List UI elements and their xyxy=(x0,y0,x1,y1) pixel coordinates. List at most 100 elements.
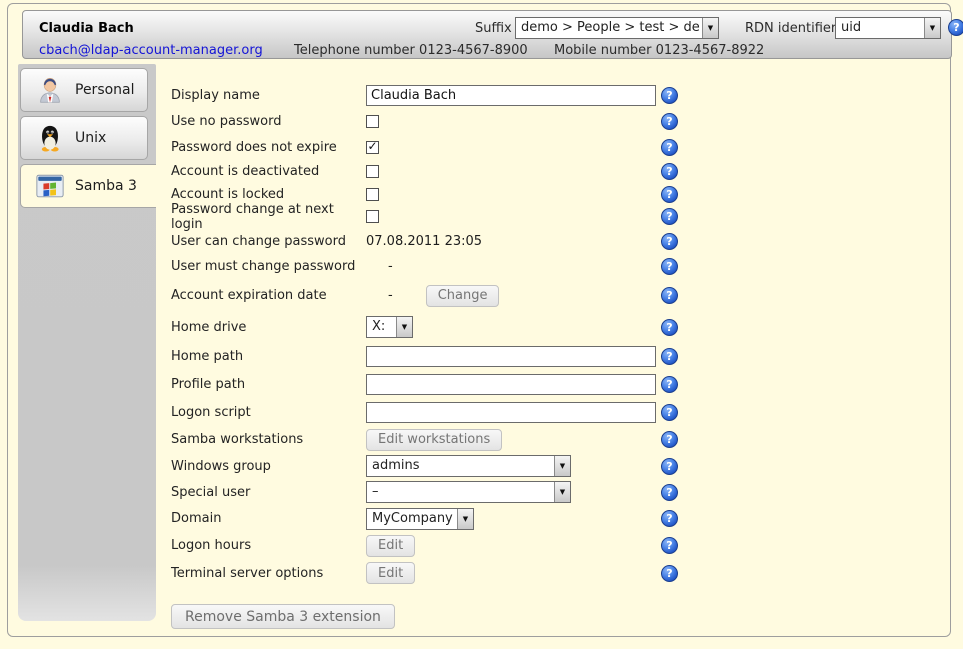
help-icon[interactable]: ? xyxy=(661,376,678,393)
account-locked-checkbox[interactable] xyxy=(366,188,379,201)
help-icon[interactable]: ? xyxy=(661,510,678,527)
account-header: Claudia Bach cbach@ldap-account-manager.… xyxy=(22,10,952,59)
tab-personal-label: Personal xyxy=(75,82,135,98)
edit-workstations-button[interactable]: Edit workstations xyxy=(366,429,502,451)
help-icon[interactable]: ? xyxy=(661,565,678,582)
windows-group-select[interactable]: admins ▼ xyxy=(366,455,571,477)
form-row-windows-group: Windows group admins ▼ ? xyxy=(171,453,701,479)
display-name-input[interactable] xyxy=(366,85,656,106)
help-icon[interactable]: ? xyxy=(661,186,678,203)
form-row-use-no-password: Use no password ? xyxy=(171,108,701,134)
change-expiration-button[interactable]: Change xyxy=(426,285,500,307)
tab-personal[interactable]: Personal xyxy=(20,68,148,112)
account-deactivated-checkbox[interactable] xyxy=(366,165,379,178)
help-icon[interactable]: ? xyxy=(661,484,678,501)
dropdown-arrow-icon[interactable]: ▼ xyxy=(702,18,718,38)
field-label: Home path xyxy=(171,349,366,364)
dropdown-arrow-icon[interactable]: ▼ xyxy=(457,509,473,529)
help-icon[interactable]: ? xyxy=(948,19,963,36)
windows-icon xyxy=(35,171,65,201)
person-icon xyxy=(35,75,65,105)
help-icon[interactable]: ? xyxy=(661,431,678,448)
field-label: Special user xyxy=(171,485,366,500)
tab-unix-label: Unix xyxy=(75,130,106,146)
field-label: Samba workstations xyxy=(171,432,366,447)
help-icon[interactable]: ? xyxy=(661,87,678,104)
edit-terminal-server-button[interactable]: Edit xyxy=(366,562,415,584)
field-label: Account expiration date xyxy=(171,288,366,303)
mobile-label: Mobile number xyxy=(554,43,652,58)
windows-group-value: admins xyxy=(367,456,554,476)
telephone-value: 0123-4567-8900 xyxy=(419,43,528,58)
help-icon[interactable]: ? xyxy=(661,537,678,554)
help-icon[interactable]: ? xyxy=(661,139,678,156)
dropdown-arrow-icon[interactable]: ▼ xyxy=(396,317,412,337)
field-label: Password does not expire xyxy=(171,140,366,155)
edit-logon-hours-button[interactable]: Edit xyxy=(366,535,415,557)
tab-unix[interactable]: Unix xyxy=(20,116,148,160)
dropdown-arrow-icon[interactable]: ▼ xyxy=(924,18,940,38)
dropdown-arrow-icon[interactable]: ▼ xyxy=(554,482,570,502)
help-icon[interactable]: ? xyxy=(661,287,678,304)
password-does-not-expire-checkbox[interactable] xyxy=(366,141,379,154)
special-user-value: – xyxy=(367,482,554,502)
help-icon[interactable]: ? xyxy=(661,208,678,225)
tab-samba3[interactable]: Samba 3 xyxy=(20,164,156,208)
home-drive-select[interactable]: X: ▼ xyxy=(366,316,413,338)
form-row-logon-script: Logon script ? xyxy=(171,398,701,426)
home-path-input[interactable] xyxy=(366,346,656,367)
form-row-user-must-change-password: User must change password - ? xyxy=(171,254,701,279)
domain-value: MyCompany xyxy=(367,509,457,529)
tux-linux-icon xyxy=(35,123,65,153)
home-drive-value: X: xyxy=(367,317,396,337)
email-link[interactable]: cbach@ldap-account-manager.org xyxy=(39,43,263,58)
form-row-logon-hours: Logon hours Edit ? xyxy=(171,532,701,559)
help-icon[interactable]: ? xyxy=(661,458,678,475)
domain-select[interactable]: MyCompany ▼ xyxy=(366,508,474,530)
form-row-special-user: Special user – ▼ ? xyxy=(171,479,701,505)
field-label: Account is deactivated xyxy=(171,164,366,179)
field-label: User can change password xyxy=(171,234,366,249)
mobile-value: 0123-4567-8922 xyxy=(656,43,765,58)
field-label: Terminal server options xyxy=(171,566,366,581)
form-row-account-expiration: Account expiration date - Change ? xyxy=(171,279,701,312)
field-label: Domain xyxy=(171,511,366,526)
telephone-label: Telephone number xyxy=(294,43,415,58)
password-change-next-login-checkbox[interactable] xyxy=(366,210,379,223)
help-icon[interactable]: ? xyxy=(661,404,678,421)
help-icon[interactable]: ? xyxy=(661,163,678,180)
rdn-identifier-select[interactable]: uid ▼ xyxy=(835,17,941,39)
field-label: Logon script xyxy=(171,405,366,420)
form-row-samba-workstations: Samba workstations Edit workstations ? xyxy=(171,426,701,453)
profile-path-input[interactable] xyxy=(366,374,656,395)
field-label: Display name xyxy=(171,88,366,103)
must-change-password-value: - xyxy=(388,259,393,274)
form-row-profile-path: Profile path ? xyxy=(171,370,701,398)
form-row-password-not-expire: Password does not expire ? xyxy=(171,134,701,160)
help-icon[interactable]: ? xyxy=(661,348,678,365)
field-label: Windows group xyxy=(171,459,366,474)
rdn-select-value: uid xyxy=(836,18,924,38)
account-title: Claudia Bach xyxy=(39,21,134,36)
tab-samba3-label: Samba 3 xyxy=(75,178,137,194)
form-row-terminal-server: Terminal server options Edit ? xyxy=(171,559,701,587)
help-icon[interactable]: ? xyxy=(661,319,678,336)
samba3-form: Display name ? Use no password ? Passwor… xyxy=(171,82,701,629)
field-label: Account is locked xyxy=(171,187,366,202)
remove-samba3-extension-button[interactable]: Remove Samba 3 extension xyxy=(171,604,395,629)
help-icon[interactable]: ? xyxy=(661,113,678,130)
field-label: Logon hours xyxy=(171,538,366,553)
help-icon[interactable]: ? xyxy=(661,233,678,250)
special-user-select[interactable]: – ▼ xyxy=(366,481,571,503)
dropdown-arrow-icon[interactable]: ▼ xyxy=(554,456,570,476)
form-row-display-name: Display name ? xyxy=(171,82,701,108)
suffix-select[interactable]: demo > People > test > de ▼ xyxy=(515,17,719,39)
form-row-domain: Domain MyCompany ▼ ? xyxy=(171,505,701,532)
field-label: Use no password xyxy=(171,114,366,129)
mobile-number: Mobile number 0123-4567-8922 xyxy=(554,43,764,58)
logon-script-input[interactable] xyxy=(366,402,656,423)
suffix-select-value: demo > People > test > de xyxy=(516,18,702,38)
help-icon[interactable]: ? xyxy=(661,258,678,275)
use-no-password-checkbox[interactable] xyxy=(366,115,379,128)
form-row-home-drive: Home drive X: ▼ ? xyxy=(171,312,701,342)
